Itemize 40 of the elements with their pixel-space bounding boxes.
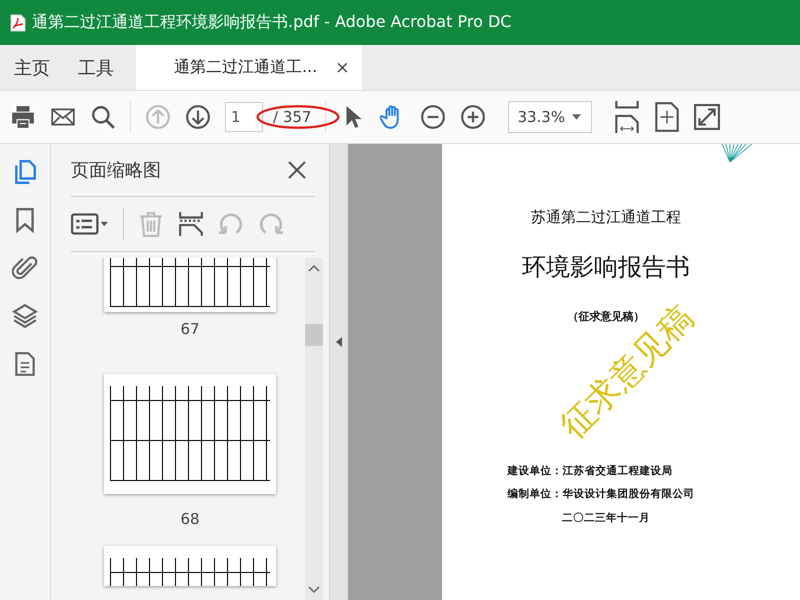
page-count: / 357	[273, 108, 312, 126]
caret-icon	[572, 114, 582, 120]
paperclip-icon[interactable]	[12, 254, 38, 282]
chevron-down-icon[interactable]	[308, 586, 320, 594]
collapse-arrow-icon[interactable]	[336, 337, 342, 347]
search-icon[interactable]	[90, 104, 116, 130]
scrollbar[interactable]	[305, 258, 323, 600]
tab[interactable]: 工具	[64, 45, 136, 90]
pages-icon[interactable]	[12, 158, 38, 186]
view-options-icon[interactable]	[71, 211, 109, 237]
zoom-dropdown[interactable]: 33.3%	[508, 101, 592, 133]
page-thumbnail[interactable]	[104, 546, 276, 586]
report-title: 环境影响报告书	[522, 252, 690, 283]
organization-line: 建设单位：江苏省交通工程建设局	[508, 464, 672, 478]
project-name: 苏通第二过江通道工程	[531, 208, 681, 227]
panel-title: 页面缩略图	[71, 159, 161, 182]
insert-page-icon[interactable]	[178, 211, 204, 237]
page-thumbnail[interactable]	[104, 374, 276, 494]
tab[interactable]: 通第二过江通道工...	[136, 45, 332, 90]
page-number-label: 68	[180, 510, 200, 528]
arrow-down-circle-icon[interactable]	[185, 104, 211, 130]
fit-width-icon[interactable]	[614, 101, 640, 133]
scrollbar-thumb[interactable]	[305, 324, 323, 346]
tab[interactable]: 主页	[0, 45, 64, 90]
page-number-field[interactable]: 1	[225, 102, 263, 132]
organization-line: 编制单位：华设设计集团股份有限公司	[508, 487, 694, 501]
pdf-file-icon	[10, 14, 26, 32]
page-number-label: 67	[180, 320, 200, 338]
draft-note: （征求意见稿）	[568, 309, 644, 324]
chevron-up-icon[interactable]	[308, 264, 320, 272]
zoom-in-icon[interactable]	[460, 104, 486, 130]
full-screen-icon[interactable]	[694, 104, 720, 130]
page-thumbnail[interactable]	[104, 258, 276, 312]
tab-close-button[interactable]: ×	[331, 45, 362, 90]
window-title: 通第二过江通道工程环境影响报告书.pdf - Adobe Acrobat Pro DC	[32, 12, 512, 33]
zoom-out-icon[interactable]	[420, 104, 446, 130]
close-icon[interactable]	[287, 160, 307, 180]
report-date: 二〇二三年十一月	[562, 511, 650, 525]
printer-icon[interactable]	[10, 104, 36, 130]
layers-icon[interactable]	[12, 302, 38, 330]
